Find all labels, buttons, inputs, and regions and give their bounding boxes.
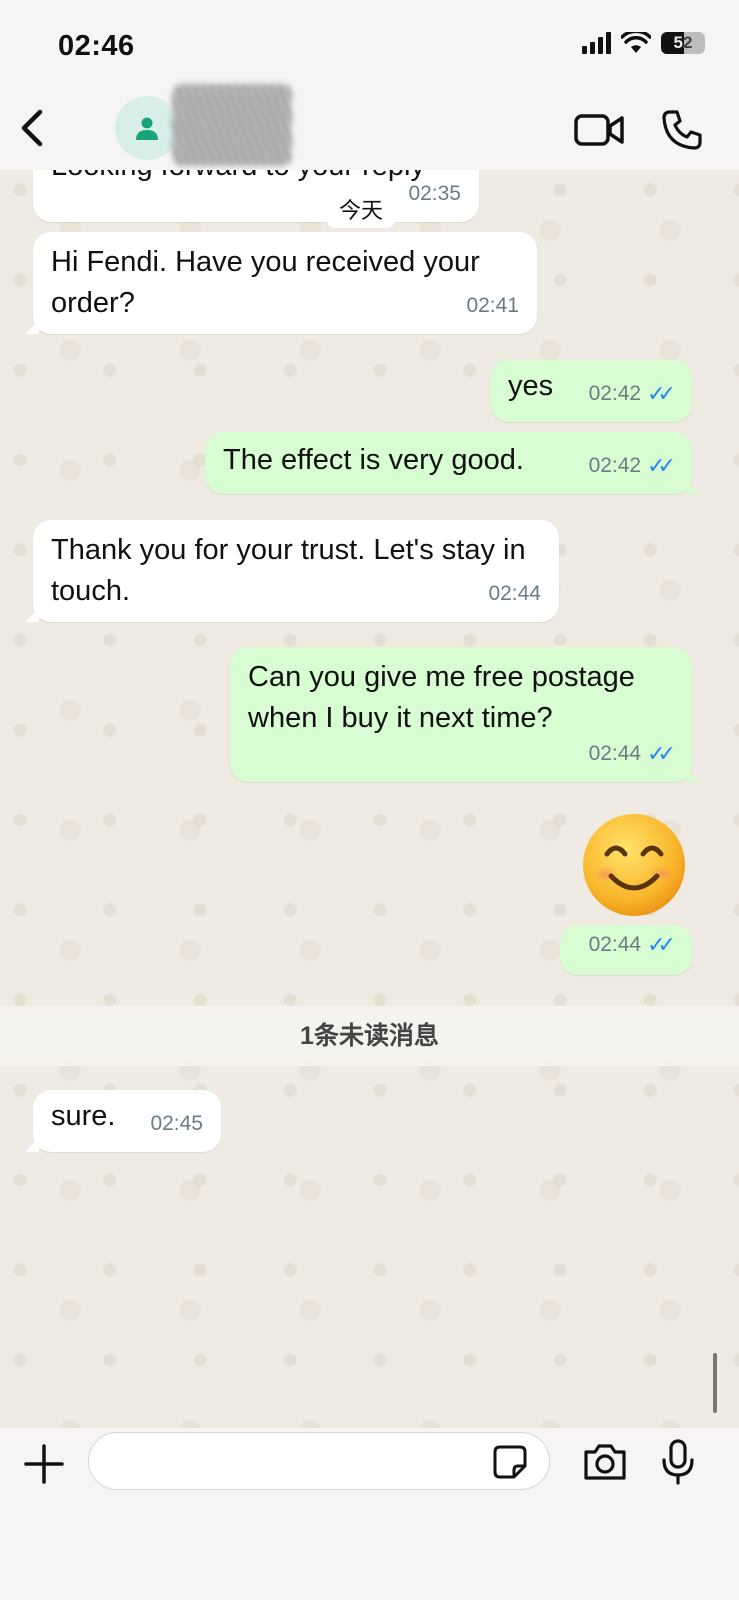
- message-time: 02:45: [150, 1112, 203, 1135]
- message-meta: 02:44: [488, 573, 541, 614]
- sticker-button[interactable]: [492, 1444, 528, 1480]
- wifi-icon: [621, 32, 651, 53]
- read-ticks-icon: ✓✓: [647, 741, 676, 766]
- status-bar: 02:46 52: [0, 0, 739, 92]
- message-time: 02:41: [466, 294, 519, 317]
- attach-button[interactable]: [22, 1442, 66, 1486]
- message-meta: 02:42 ✓✓: [588, 445, 676, 486]
- message-text: Thank you for your trust. Let's stay in …: [51, 534, 526, 607]
- message-meta: 02:44 ✓✓: [588, 924, 676, 965]
- mic-icon: [662, 1439, 694, 1485]
- read-ticks-icon: ✓✓: [647, 453, 676, 478]
- battery-level: 52: [673, 33, 693, 52]
- phone-icon: [662, 110, 702, 150]
- smiling-face-icon: [583, 814, 685, 916]
- sticker-icon: [493, 1445, 527, 1479]
- message-time: 02:44: [588, 742, 642, 765]
- message-bubble-in[interactable]: Looking forward to your reply 02:35: [33, 170, 479, 222]
- date-chip: 今天: [326, 194, 396, 228]
- scrollbar[interactable]: [713, 1353, 717, 1413]
- message-text: Can you give me free postage when I buy …: [248, 661, 635, 734]
- voice-message-button[interactable]: [660, 1438, 696, 1486]
- bubble-tail: [686, 768, 700, 782]
- plus-icon: [24, 1444, 64, 1484]
- message-text: Looking forward to your reply: [51, 170, 461, 187]
- message-bubble-out[interactable]: 02:44 ✓✓: [560, 925, 692, 975]
- message-meta: 02:35: [408, 173, 461, 214]
- bubble-tail: [25, 608, 39, 622]
- avatar[interactable]: [115, 96, 179, 160]
- video-call-button[interactable]: [574, 112, 626, 148]
- status-time: 02:46: [58, 30, 135, 62]
- unread-messages-banner: 1条未读消息: [0, 1006, 739, 1066]
- status-icons: 52: [582, 32, 705, 54]
- bubble-tail: [25, 1138, 39, 1152]
- chat-area[interactable]: Looking forward to your reply 02:35 今天 H…: [0, 170, 739, 1428]
- message-time: 02:44: [588, 933, 642, 956]
- message-bubble-out[interactable]: yes 02:42 ✓✓: [490, 360, 692, 422]
- message-meta: 02:41: [466, 285, 519, 326]
- camera-icon: [584, 1444, 626, 1480]
- message-bubble-out[interactable]: The effect is very good. 02:42 ✓✓: [205, 432, 700, 494]
- message-time: 02:42: [588, 454, 642, 477]
- message-input[interactable]: [88, 1432, 550, 1490]
- signal-icon: [582, 32, 611, 54]
- message-bubble-in[interactable]: Thank you for your trust. Let's stay in …: [25, 520, 559, 622]
- input-bar: [0, 1428, 739, 1600]
- read-ticks-icon: ✓✓: [647, 381, 676, 406]
- battery-icon: 52: [661, 32, 705, 54]
- avatar-icon: [136, 117, 158, 140]
- camera-button[interactable]: [582, 1442, 628, 1482]
- bubble-tail: [686, 480, 700, 494]
- read-ticks-icon: ✓✓: [647, 932, 676, 957]
- back-icon: [21, 109, 43, 147]
- contact-name[interactable]: [172, 84, 292, 166]
- message-time: 02:44: [488, 582, 541, 605]
- bubble-tail: [25, 320, 39, 334]
- message-emoji[interactable]: 😊: [575, 810, 695, 920]
- voice-call-button[interactable]: [660, 108, 704, 152]
- video-call-icon: [574, 114, 624, 146]
- chat-header: [0, 84, 739, 170]
- message-text: Hi Fendi. Have you received your order?: [51, 246, 480, 319]
- message-bubble-in[interactable]: sure. 02:45: [25, 1090, 221, 1152]
- message-meta: 02:45: [150, 1103, 203, 1144]
- message-meta: 02:44 ✓✓: [588, 733, 676, 774]
- message-time: 02:35: [408, 182, 461, 205]
- message-time: 02:42: [588, 382, 642, 405]
- message-meta: 02:42 ✓✓: [588, 373, 676, 414]
- back-button[interactable]: [14, 106, 54, 150]
- message-bubble-out[interactable]: Can you give me free postage when I buy …: [230, 647, 700, 782]
- message-bubble-in[interactable]: Hi Fendi. Have you received your order? …: [25, 232, 537, 334]
